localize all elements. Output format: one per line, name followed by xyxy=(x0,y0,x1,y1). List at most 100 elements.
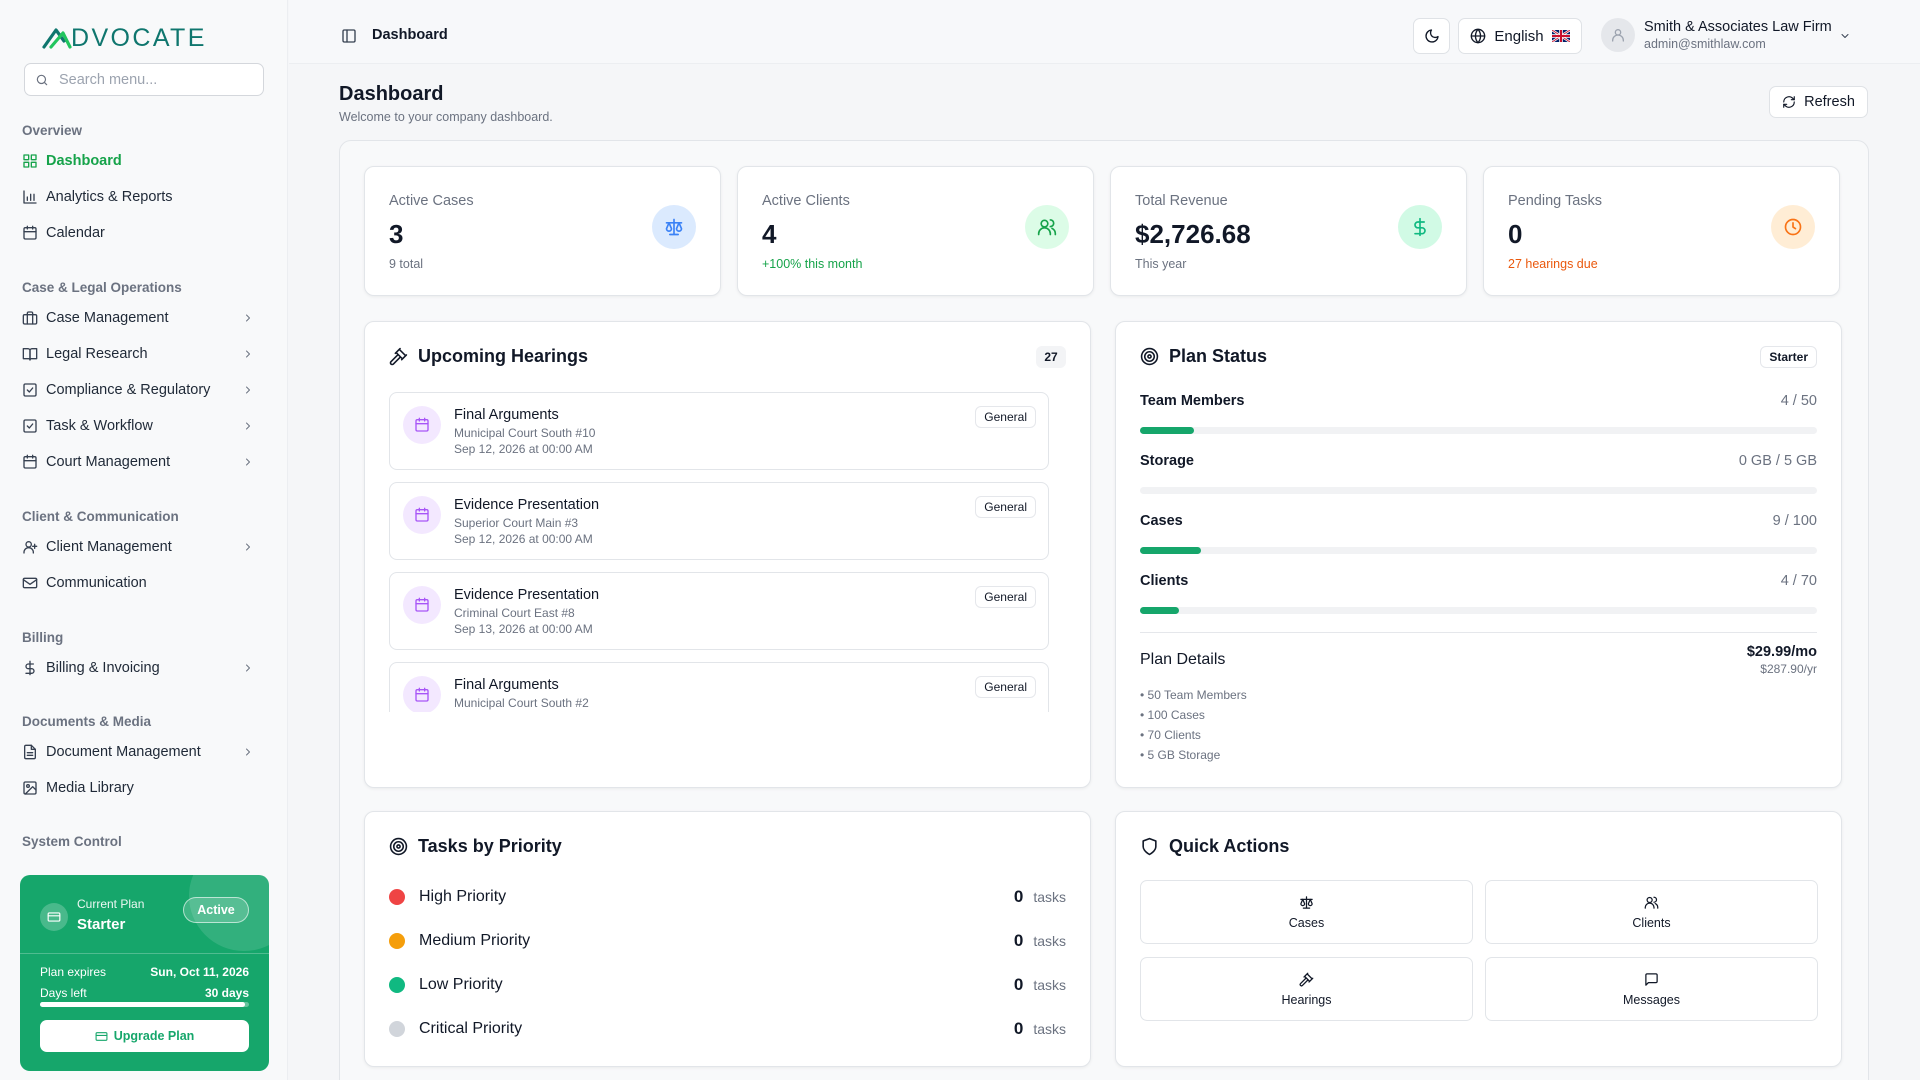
user-icon xyxy=(23,541,38,554)
stat-sub: This year xyxy=(1135,257,1187,271)
progress-fill xyxy=(1140,607,1179,614)
card-title: Quick Actions xyxy=(1140,836,1289,857)
globe-icon xyxy=(1471,28,1486,44)
days-left-progress-fill xyxy=(40,1002,245,1007)
sidebar-item-label: Billing & Invoicing xyxy=(46,660,160,676)
days-left-value: 30 days xyxy=(204,986,249,1000)
upgrade-plan-button[interactable]: Upgrade Plan xyxy=(40,1020,249,1052)
stat-card-active-clients[interactable]: Active Clients 4 +100% this month xyxy=(737,166,1094,296)
quick-action-cases[interactable]: Cases xyxy=(1140,880,1473,944)
stat-card-active-cases[interactable]: Active Cases 3 9 total xyxy=(364,166,721,296)
sidebar-item-court-management[interactable]: Court Management xyxy=(22,448,266,476)
hearings-list[interactable]: Final Arguments Municipal Court South #1… xyxy=(389,392,1049,712)
days-left-label: Days left xyxy=(40,986,87,1000)
top-bar: Dashboard English Smith & Associates Law… xyxy=(289,0,1920,64)
sidebar-item-billing[interactable]: Billing & Invoicing xyxy=(22,654,266,682)
sidebar-item-communication[interactable]: Communication xyxy=(22,569,266,597)
hearing-date: Sep 12, 2026 at 00:00 AM xyxy=(454,532,593,546)
refresh-label: Refresh xyxy=(1804,94,1855,110)
calendar-icon xyxy=(23,454,37,469)
hearing-item[interactable]: Final Arguments Municipal Court South #1… xyxy=(389,392,1049,470)
theme-toggle-button[interactable] xyxy=(1413,18,1450,54)
stat-card-total-revenue[interactable]: Total Revenue $2,726.68 This year xyxy=(1110,166,1467,296)
page-subtitle: Welcome to your company dashboard. xyxy=(339,110,553,124)
priority-unit: tasks xyxy=(1033,889,1066,905)
chevron-right-icon xyxy=(246,350,250,358)
check-square-icon xyxy=(23,383,37,397)
tasks-by-priority-card: Tasks by Priority High Priority 0 tasks M… xyxy=(364,811,1091,1067)
sidebar-item-dashboard[interactable]: Dashboard xyxy=(22,147,266,175)
plan-status-title: Plan Status xyxy=(1169,346,1268,366)
nav-section-system: System Control xyxy=(22,834,122,849)
plan-label: Current Plan xyxy=(77,897,145,911)
sidebar-item-media-library[interactable]: Media Library xyxy=(22,774,266,802)
sidebar: DVOCATE Search menu... Overview Dashboar… xyxy=(0,0,288,1080)
price-yearly: $287.90/yr xyxy=(1760,662,1817,676)
hearing-date: Sep 13, 2026 at 00:00 AM xyxy=(454,622,593,636)
sidebar-item-compliance[interactable]: Compliance & Regulatory xyxy=(22,376,266,404)
quick-actions-title: Quick Actions xyxy=(1169,836,1290,856)
sidebar-item-analytics[interactable]: Analytics & Reports xyxy=(22,183,266,211)
sidebar-item-case-management[interactable]: Case Management xyxy=(22,304,266,332)
quick-action-clients[interactable]: Clients xyxy=(1485,880,1818,944)
hearing-tag: General xyxy=(975,676,1036,698)
plan-price: $29.99/mo $287.90/yr xyxy=(1747,644,1817,676)
chevron-right-icon xyxy=(246,664,250,672)
language-selector[interactable]: English xyxy=(1458,18,1582,54)
moon-icon xyxy=(1424,29,1439,43)
hearing-item[interactable]: Evidence Presentation Criminal Court Eas… xyxy=(389,572,1049,650)
sidebar-item-label: Client Management xyxy=(46,539,172,555)
priority-dot xyxy=(389,889,405,905)
user-menu[interactable]: Smith & Associates Law Firm admin@smithl… xyxy=(1601,18,1849,52)
hearings-count-badge: 27 xyxy=(1036,346,1066,368)
sidebar-item-legal-research[interactable]: Legal Research xyxy=(22,340,266,368)
progress-fill xyxy=(1140,427,1195,434)
quick-actions-card: Quick Actions Cases Clients Hearings Mes… xyxy=(1115,811,1842,1067)
user-icon xyxy=(1612,29,1624,42)
priority-count: 0 xyxy=(1013,887,1024,906)
hearing-title: Evidence Presentation xyxy=(454,587,600,603)
avatar xyxy=(1601,18,1635,52)
hearing-item[interactable]: Final Arguments Municipal Court South #2… xyxy=(389,662,1049,712)
credit-card-icon xyxy=(40,903,68,931)
hearing-date: Sep 12, 2026 at 00:00 AM xyxy=(454,442,593,456)
sidebar-item-label: Dashboard xyxy=(46,153,122,169)
days-left-progress xyxy=(40,1002,249,1007)
plan-status-card: Plan Status Starter Team Members 4 / 50 … xyxy=(1115,321,1842,788)
priority-unit: tasks xyxy=(1033,933,1066,949)
dollar-icon xyxy=(25,660,35,676)
sidebar-item-label: Task & Workflow xyxy=(46,418,153,434)
chevron-right-icon xyxy=(246,543,250,551)
plan-row-label: Team Members xyxy=(1140,393,1245,409)
stat-label: Active Clients xyxy=(762,193,850,209)
sidebar-item-label: Calendar xyxy=(46,225,105,241)
plan-row-clients: Clients 4 / 70 xyxy=(1140,573,1817,589)
plan-expires-value: Sun, Oct 11, 2026 xyxy=(150,965,249,979)
file-text-icon xyxy=(24,744,36,760)
sidebar-item-label: Court Management xyxy=(46,454,171,470)
brand-logo[interactable]: DVOCATE xyxy=(42,24,207,52)
chevron-right-icon xyxy=(246,422,250,430)
quick-action-messages[interactable]: Messages xyxy=(1485,957,1818,1021)
quick-action-label: Messages xyxy=(1623,992,1680,1007)
users-icon xyxy=(1025,205,1069,249)
priority-dot xyxy=(389,977,405,993)
sidebar-item-document-management[interactable]: Document Management xyxy=(22,738,266,766)
progress-bar xyxy=(1140,487,1817,494)
sidebar-item-calendar[interactable]: Calendar xyxy=(22,219,266,247)
hearing-item[interactable]: Evidence Presentation Superior Court Mai… xyxy=(389,482,1049,560)
sidebar-item-task-workflow[interactable]: Task & Workflow xyxy=(22,412,266,440)
search-input[interactable]: Search menu... xyxy=(24,63,264,96)
quick-action-hearings[interactable]: Hearings xyxy=(1140,957,1473,1021)
check-square-icon xyxy=(23,419,37,433)
plan-feature: • 100 Cases xyxy=(1140,708,1205,722)
sidebar-toggle-icon[interactable] xyxy=(341,28,357,44)
plan-row-storage: Storage 0 GB / 5 GB xyxy=(1140,453,1817,469)
refresh-button[interactable]: Refresh xyxy=(1769,86,1868,118)
bar-chart-icon xyxy=(23,190,37,204)
sidebar-item-client-management[interactable]: Client Management xyxy=(22,533,266,561)
brand-name: DVOCATE xyxy=(71,23,207,52)
plan-row-label: Clients xyxy=(1140,573,1189,589)
chevron-right-icon xyxy=(246,314,250,322)
stat-card-pending-tasks[interactable]: Pending Tasks 0 27 hearings due xyxy=(1483,166,1840,296)
